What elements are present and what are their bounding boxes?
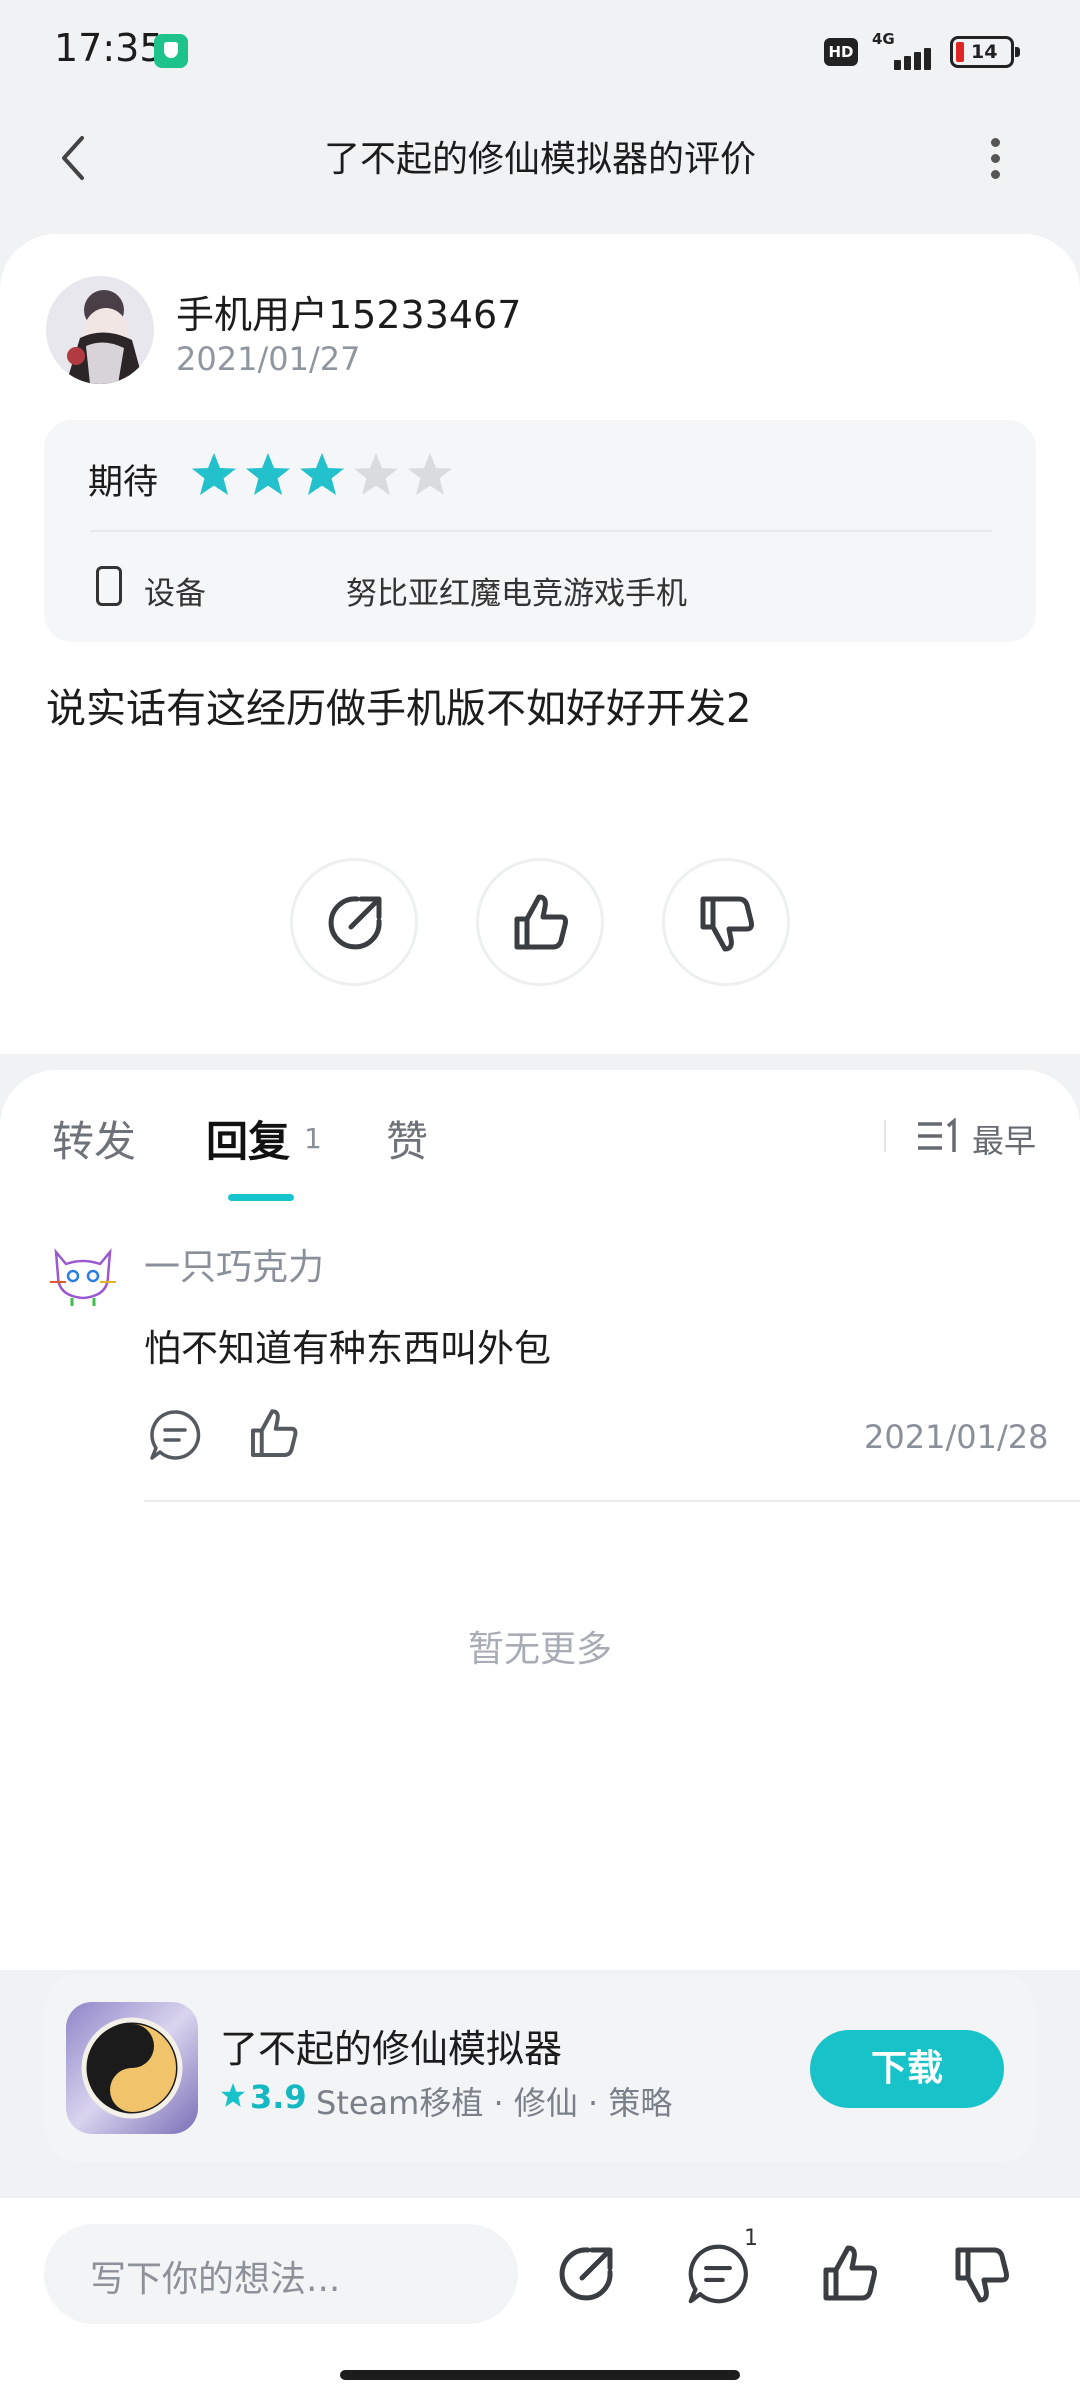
reply-like-button[interactable] xyxy=(246,1406,302,1462)
review-text: 说实话有这经历做手机版不如好好开发2 xyxy=(46,686,752,732)
hd-badge: HD xyxy=(824,38,858,66)
replies-panel xyxy=(0,1070,1080,1970)
phone-icon xyxy=(96,566,122,606)
device-value: 努比亚红魔电竞游戏手机 xyxy=(346,576,687,612)
back-button[interactable] xyxy=(52,132,104,184)
thumbs-down-icon xyxy=(700,896,754,952)
signal-icon xyxy=(872,44,934,70)
thumbs-down-icon xyxy=(955,2247,1009,2303)
like-button-bottom[interactable] xyxy=(818,2242,882,2306)
star-filled-icon xyxy=(192,453,236,495)
security-shield-icon xyxy=(154,34,188,68)
share-icon xyxy=(559,2247,613,2301)
status-bar: 17:35 HD 4G 14 xyxy=(0,0,1080,100)
dislike-button[interactable] xyxy=(662,858,790,986)
battery-level: 14 xyxy=(971,41,998,63)
cat-avatar-image xyxy=(50,1248,116,1306)
tab-forward[interactable]: 转发 xyxy=(52,1108,136,1169)
star-icon xyxy=(221,2083,245,2107)
rating-label: 期待 xyxy=(88,463,159,503)
review-date: 2021/01/27 xyxy=(176,340,361,378)
battery-icon: 14 xyxy=(950,36,1020,68)
sort-divider xyxy=(884,1120,886,1152)
comment-button-bottom[interactable] xyxy=(686,2242,750,2306)
star-filled-icon xyxy=(246,453,290,495)
reply-text: 怕不知道有种东西叫外包 xyxy=(144,1327,551,1370)
app-rating: 3.9 xyxy=(250,2078,307,2116)
page-title: 了不起的修仙模拟器的评价 xyxy=(323,139,756,180)
download-button[interactable]: 下载 xyxy=(810,2030,1004,2108)
tab-like[interactable]: 赞 xyxy=(386,1108,428,1169)
app-logo-image xyxy=(81,2017,183,2119)
tab-reply-count: 1 xyxy=(304,1122,322,1155)
reply-avatar[interactable] xyxy=(48,1240,118,1310)
dislike-button-bottom[interactable] xyxy=(950,2242,1014,2306)
chevron-left-icon xyxy=(62,136,84,180)
like-button[interactable] xyxy=(476,858,604,986)
review-username[interactable]: 手机用户15233467 xyxy=(176,284,521,339)
app-tags: Steam移植 · 修仙 · 策略 xyxy=(316,2084,673,2122)
tab-indicator xyxy=(228,1194,294,1201)
reply-divider xyxy=(144,1500,1080,1502)
status-time: 17:35 xyxy=(54,26,164,70)
user-avatar-image xyxy=(46,276,154,384)
share-button[interactable] xyxy=(290,858,418,986)
comment-count-badge: 1 xyxy=(744,2226,758,2251)
reply-username[interactable]: 一只巧克力 xyxy=(144,1238,324,1290)
sort-button[interactable]: 最早 xyxy=(972,1116,1036,1162)
reply-date: 2021/01/28 xyxy=(864,1418,1049,1456)
thumbs-up-icon xyxy=(514,894,568,950)
app-name: 了不起的修仙模拟器 xyxy=(220,2027,563,2071)
tab-reply[interactable]: 回复 xyxy=(206,1108,290,1169)
sort-icon[interactable] xyxy=(916,1117,960,1154)
star-empty-icon xyxy=(354,453,398,495)
star-filled-icon xyxy=(300,453,344,495)
home-indicator[interactable] xyxy=(340,2370,740,2380)
share-button-bottom[interactable] xyxy=(554,2242,618,2306)
info-divider xyxy=(90,530,992,532)
comment-input-placeholder[interactable]: 写下你的想法... xyxy=(90,2250,340,2302)
star-empty-icon xyxy=(408,453,452,495)
more-options-button[interactable] xyxy=(980,134,1010,184)
avatar[interactable] xyxy=(46,276,154,384)
reply-comment-button[interactable] xyxy=(148,1408,202,1462)
rating-stars xyxy=(190,450,460,500)
share-icon xyxy=(328,896,382,950)
no-more-text: 暂无更多 xyxy=(467,1629,612,1670)
comment-icon xyxy=(688,2244,748,2304)
thumbs-up-icon xyxy=(823,2245,877,2301)
app-icon[interactable] xyxy=(66,2002,198,2134)
device-label: 设备 xyxy=(144,576,206,612)
thumbs-up-icon xyxy=(251,1409,298,1457)
comment-icon xyxy=(150,1410,201,1460)
